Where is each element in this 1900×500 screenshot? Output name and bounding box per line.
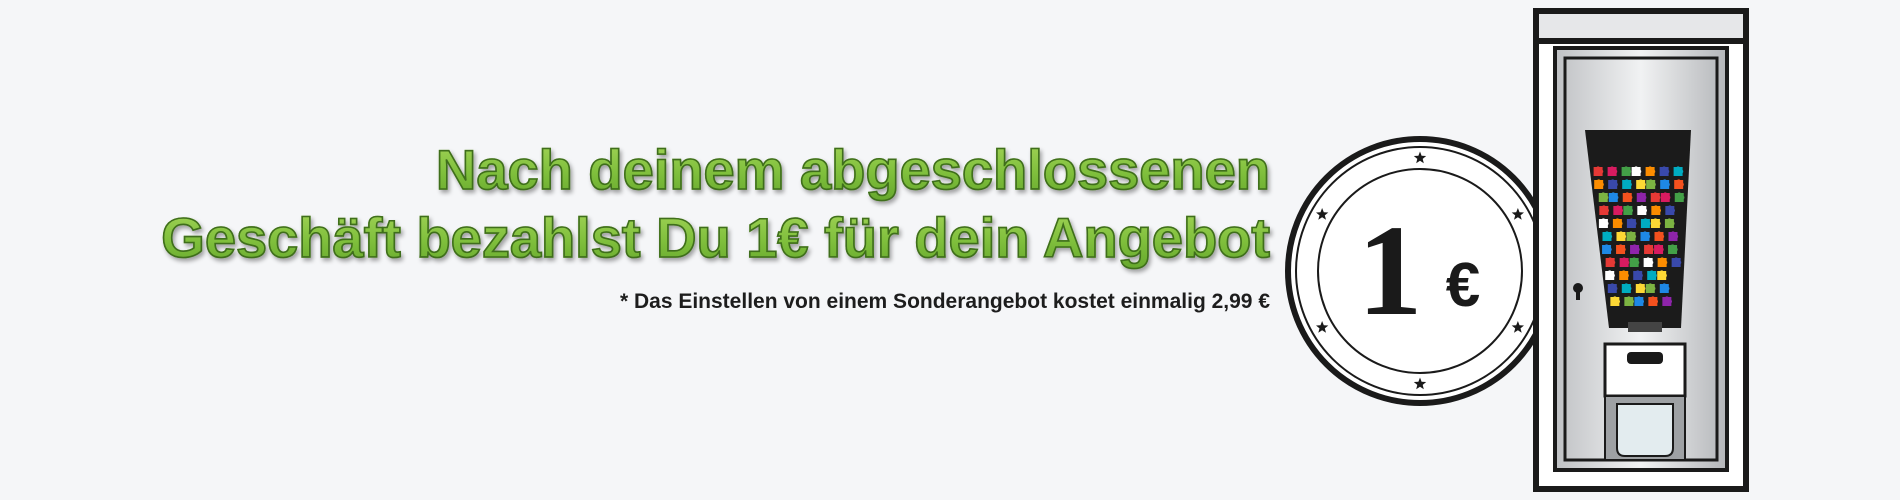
gumball-vending-machine-icon [1533,8,1749,492]
dispenser-tray [1616,403,1674,457]
puzzle-piece-icon [1659,166,1670,176]
puzzle-piece-icon [1622,192,1633,202]
puzzle-piece-icon [1637,205,1648,215]
puzzle-piece-icon [1605,270,1615,280]
puzzle-piece-icon [1633,270,1643,280]
puzzle-piece-icon [1621,166,1632,176]
headline-line-2: Geschäft bezahlst Du 1€ für dein Angebot [160,204,1270,272]
puzzle-piece-icon [1671,257,1682,267]
puzzle-piece-icon [1624,296,1635,306]
puzzle-piece-icon [1608,192,1619,202]
puzzle-piece-icon [1662,296,1673,306]
puzzle-piece-icon [1657,257,1668,267]
puzzle-piece-icon [1650,218,1661,228]
puzzle-piece-icon [1674,192,1685,202]
puzzle-piece-icon [1640,231,1651,241]
puzzle-piece-icon [1608,179,1618,189]
puzzle-piece-icon [1674,179,1684,189]
puzzle-piece-icon [1613,205,1624,215]
footnote: * Das Einstellen von einem Sonderangebot… [619,290,1270,313]
coin-slot-icon [1627,352,1663,364]
puzzle-piece-icon [1643,257,1654,267]
puzzle-piece-icon [1621,283,1632,293]
puzzle-piece-icon [1607,283,1618,293]
one-euro-coin-icon: 1 € [1285,136,1555,406]
headline-line-1: Nach deinem abgeschlossenen [161,136,1271,204]
puzzle-piece-icon [1657,270,1667,280]
puzzle-piece-icon [1668,231,1679,241]
puzzle-piece-icon [1616,231,1627,241]
puzzle-piece-icon [1640,218,1651,228]
puzzle-piece-icon [1616,244,1626,254]
puzzle-piece-icon [1631,166,1642,176]
puzzle-piece-icon [1664,218,1675,228]
coin-currency-symbol: € [1446,251,1480,320]
puzzle-piece-icon [1636,179,1646,189]
puzzle-piece-icon [1636,192,1647,202]
puzzle-piece-icon [1654,231,1665,241]
puzzle-piece-icon [1651,205,1662,215]
puzzle-piece-icon [1622,179,1632,189]
puzzle-piece-icon [1626,231,1637,241]
puzzle-piece-icon [1612,218,1623,228]
puzzle-piece-icon [1594,179,1604,189]
puzzle-piece-icon [1673,166,1684,176]
coin-slot-panel [1603,342,1687,398]
machine-header [1539,14,1743,40]
puzzle-piece-icon [1634,296,1645,306]
puzzle-piece-icon [1648,296,1659,306]
puzzle-piece-icon [1619,257,1630,267]
puzzle-piece-icon [1644,244,1654,254]
puzzle-piece-icon [1605,257,1616,267]
puzzle-piece-icon [1665,205,1676,215]
puzzle-piece-icon [1635,283,1646,293]
puzzle-piece-icon [1645,283,1656,293]
puzzle-piece-icon [1660,179,1670,189]
puzzle-piece-icon [1602,244,1612,254]
puzzle-piece-icon [1650,192,1661,202]
puzzle-piece-icon [1630,244,1640,254]
puzzle-piece-icon [1660,192,1671,202]
puzzle-piece-icon [1598,192,1609,202]
puzzle-piece-icon [1659,283,1670,293]
puzzle-piece-icon [1599,205,1610,215]
puzzle-piece-icon [1623,205,1634,215]
coin-value: 1 [1358,199,1423,343]
headline: Nach deinem abgeschlossenen Geschäft bez… [160,136,1271,272]
puzzle-piece-icon [1602,231,1613,241]
puzzle-piece-icon [1654,244,1664,254]
puzzle-piece-icon [1598,218,1609,228]
puzzle-piece-icon [1647,270,1657,280]
puzzle-piece-icon [1607,166,1618,176]
puzzle-piece-icon [1645,166,1656,176]
puzzle-piece-icon [1593,166,1604,176]
puzzle-piece-icon [1619,270,1629,280]
puzzle-piece-icon [1646,179,1656,189]
puzzle-piece-icon [1629,257,1640,267]
puzzle-piece-icon [1626,218,1637,228]
promo-banner: Nach deinem abgeschlossenen Geschäft bez… [0,0,1900,500]
puzzle-piece-icon [1668,244,1678,254]
puzzle-piece-icon [1610,296,1621,306]
